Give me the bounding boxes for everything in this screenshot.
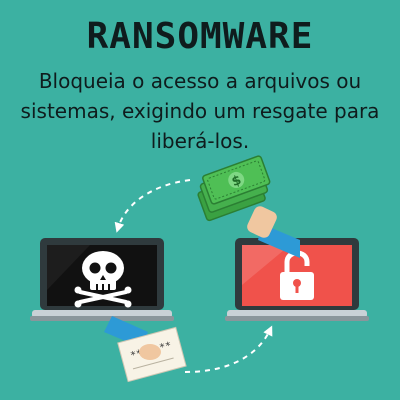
infected-laptop	[30, 238, 174, 321]
illustration: $ **** **	[30, 155, 369, 383]
hand-with-ransom-note: **** **	[104, 316, 187, 383]
arrow-money-to-laptop	[114, 179, 191, 233]
arrow-note-to-laptop	[184, 325, 273, 373]
